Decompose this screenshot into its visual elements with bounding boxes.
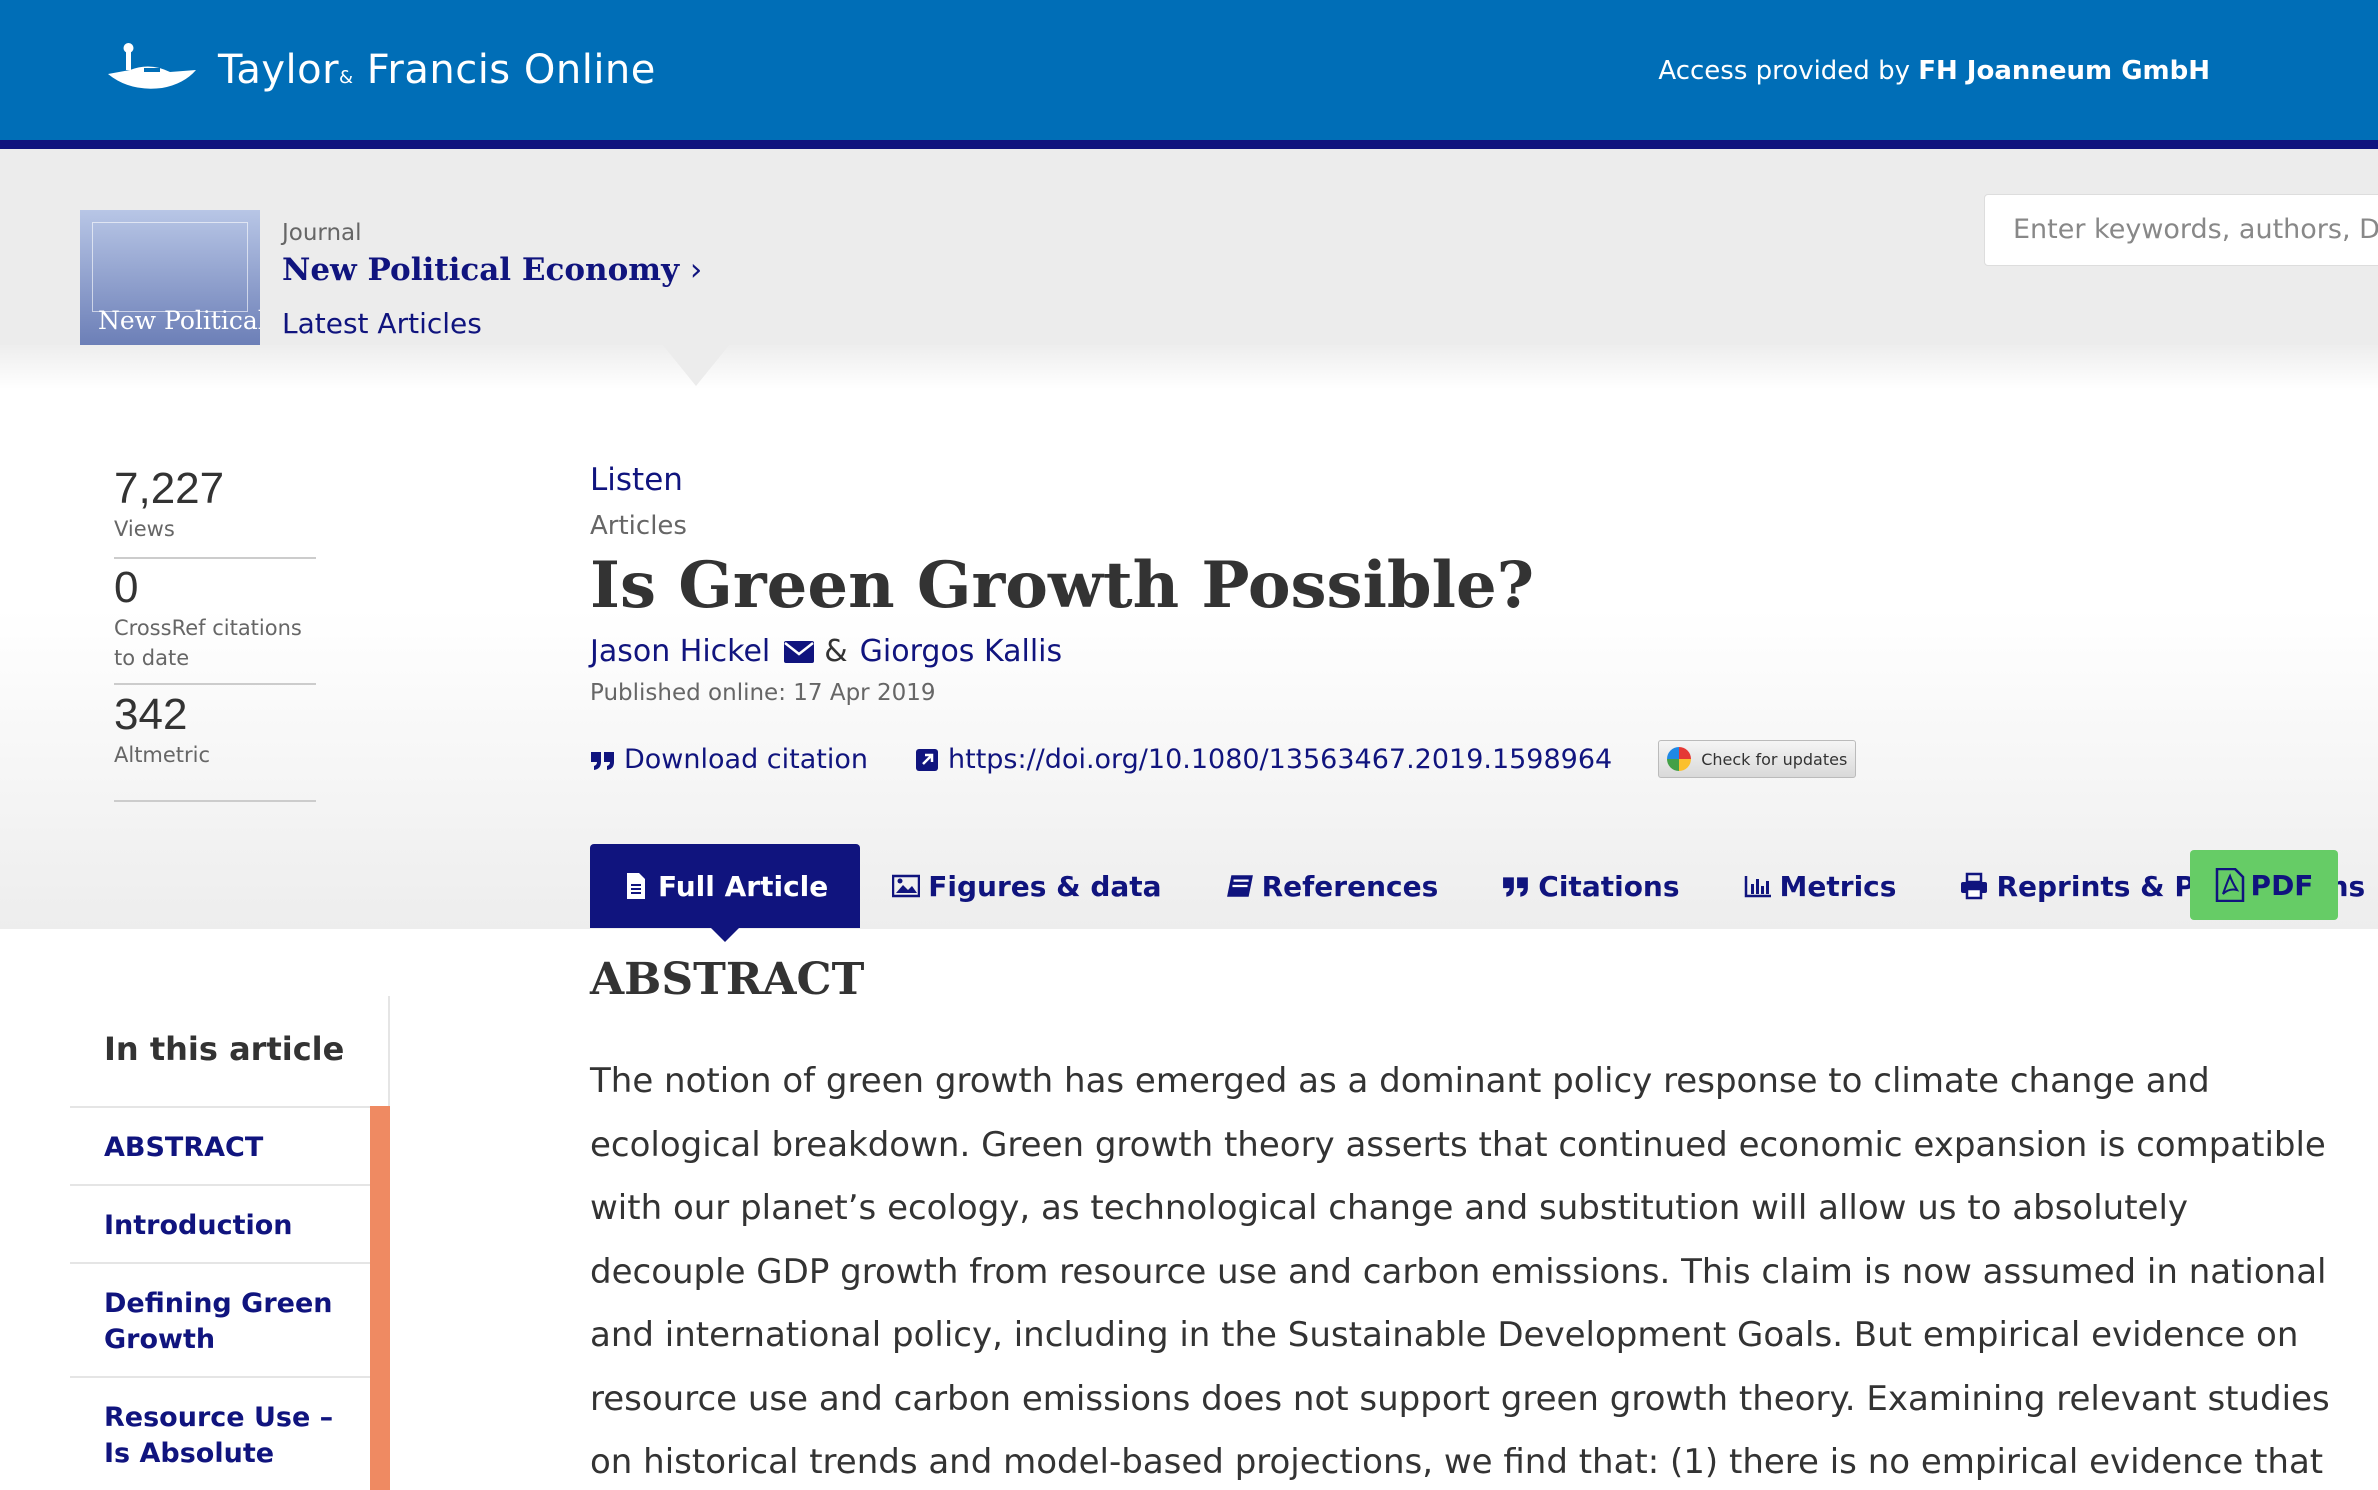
access-institution: FH Joanneum GmbH — [1918, 56, 2210, 86]
toc-item-abstract[interactable]: ABSTRACT — [70, 1106, 370, 1184]
metric-value: 7,227 — [114, 464, 225, 513]
metric-label: Altmetric — [114, 743, 211, 767]
download-citation-label: Download citation — [624, 743, 868, 775]
document-icon — [627, 873, 645, 899]
metric-crossref: 0 CrossRef citations to date — [114, 563, 316, 685]
check-for-updates-button[interactable]: Check for updates — [1658, 740, 1857, 778]
tab-full-article[interactable]: Full Article — [590, 844, 861, 942]
metric-altmetric[interactable]: 342 Altmetric — [114, 690, 316, 802]
search-input[interactable]: Enter keywords, authors, DOI, ORCID etc — [1984, 194, 2378, 266]
cover-frame — [92, 222, 248, 312]
metric-label: Views — [114, 517, 175, 541]
metric-value: 342 — [114, 690, 188, 739]
site-header: Taylor& Francis Online Access provided b… — [0, 0, 2378, 140]
quote-icon — [591, 752, 614, 770]
journal-name: New Political Economy — [282, 252, 680, 288]
crossmark-icon — [1667, 747, 1692, 771]
access-prefix: Access provided by — [1658, 56, 1910, 86]
book-icon — [1226, 875, 1253, 897]
article-title: Is Green Growth Possible? — [590, 548, 1535, 623]
pdf-file-icon — [2215, 868, 2244, 902]
tab-label: Metrics — [1779, 869, 1897, 903]
tab-label: Figures & data — [928, 869, 1162, 903]
image-icon — [892, 874, 921, 898]
article-type: Articles — [590, 511, 687, 541]
article-tools: Download citation https://doi.org/10.108… — [590, 740, 1857, 778]
print-icon — [1961, 872, 1988, 900]
toc-item-introduction[interactable]: Introduction — [70, 1184, 370, 1262]
metric-value: 0 — [114, 563, 139, 612]
tab-label: Citations — [1538, 869, 1680, 903]
toc-list: ABSTRACT Introduction Defining Green Gro… — [70, 1106, 370, 1490]
lamp-logo-icon — [108, 43, 196, 89]
download-citation-link[interactable]: Download citation — [590, 744, 868, 775]
access-notice: Access provided by FH Joanneum GmbH — [1658, 56, 2210, 86]
pdf-button[interactable]: PDF — [2190, 850, 2338, 920]
tab-metrics[interactable]: Metrics — [1712, 844, 1929, 928]
tab-label: Full Article — [658, 869, 829, 903]
latest-articles-link[interactable]: Latest Articles — [282, 307, 482, 340]
article-tabs: Full Article Figures & data References C… — [590, 844, 2378, 942]
tab-figures-data[interactable]: Figures & data — [860, 844, 1193, 928]
metric-label: CrossRef citations to date — [114, 616, 302, 670]
abstract-heading: ABSTRACT — [590, 954, 865, 1005]
toc-heading: In this article — [104, 1030, 345, 1068]
journal-bar-pointer — [662, 344, 730, 386]
metric-views: 7,227 Views — [114, 464, 316, 559]
header-rule — [0, 140, 2378, 149]
toc-scroll-indicator[interactable] — [370, 1106, 390, 1490]
brand-name: Taylor& Francis Online — [218, 47, 656, 93]
abstract-text: The notion of green growth has emerged a… — [590, 1061, 2330, 1482]
published-date: Published online: 17 Apr 2019 — [590, 680, 936, 706]
doi-label: https://doi.org/10.1080/13563467.2019.15… — [948, 743, 1613, 775]
tab-citations[interactable]: Citations — [1470, 844, 1711, 928]
toc-item-defining-green-growth[interactable]: Defining Green Growth — [70, 1262, 370, 1376]
journal-label: Journal — [282, 220, 362, 246]
cover-title: New Political Economy — [98, 306, 260, 335]
author-separator: & — [824, 634, 848, 669]
chevron-right-icon: › — [689, 252, 703, 288]
tab-references[interactable]: References — [1194, 844, 1471, 928]
external-link-icon — [916, 749, 938, 771]
listen-link[interactable]: Listen — [590, 462, 683, 498]
site-logo[interactable]: Taylor& Francis Online — [100, 40, 656, 100]
in-this-article-nav: In this article ABSTRACT Introduction De… — [70, 996, 390, 1490]
quote-icon — [1503, 877, 1529, 897]
tab-label: References — [1261, 869, 1439, 903]
author-link[interactable]: Giorgos Kallis — [860, 634, 1062, 669]
author-link[interactable]: Jason Hickel — [590, 634, 770, 669]
author-list: Jason Hickel & Giorgos Kallis — [590, 634, 1062, 669]
journal-name-link[interactable]: New Political Economy › — [282, 252, 702, 288]
envelope-icon[interactable] — [784, 640, 815, 663]
journal-cover[interactable]: New Political Economy — [80, 210, 260, 345]
pdf-label: PDF — [2250, 868, 2314, 902]
bar-chart-icon — [1744, 876, 1771, 898]
doi-link[interactable]: https://doi.org/10.1080/13563467.2019.15… — [914, 744, 1612, 775]
toc-item-resource-use[interactable]: Resource Use – Is Absolute — [70, 1376, 370, 1490]
check-updates-label: Check for updates — [1701, 749, 1848, 769]
